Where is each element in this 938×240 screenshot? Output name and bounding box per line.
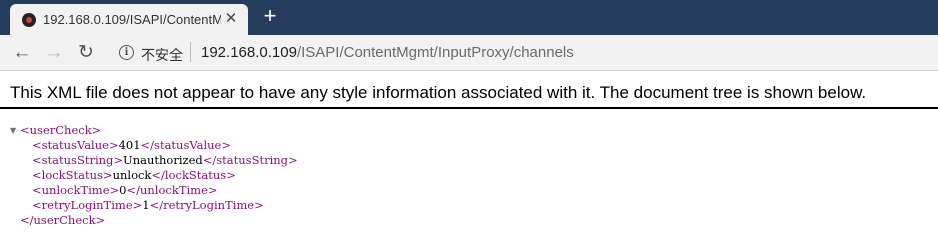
tab-title: 192.168.0.109/ISAPI/ContentMgmt/InputPro… bbox=[43, 12, 221, 27]
url-host: 192.168.0.109 bbox=[201, 44, 297, 61]
url-text[interactable]: 192.168.0.109/ISAPI/ContentMgmt/InputPro… bbox=[201, 44, 574, 61]
back-button[interactable]: ← bbox=[10, 41, 34, 65]
xml-tag: </statusValue> bbox=[140, 138, 231, 152]
xml-tag: </unlockTime> bbox=[126, 183, 218, 197]
camera-favicon-icon bbox=[22, 13, 36, 27]
new-tab-button[interactable]: + bbox=[259, 4, 281, 28]
xml-tag: <unlockTime> bbox=[32, 183, 120, 197]
xml-element-line: <retryLoginTime>1</retryLoginTime> bbox=[10, 198, 298, 213]
xml-tag: <retryLoginTime> bbox=[32, 198, 143, 212]
url-divider bbox=[190, 42, 191, 62]
xml-style-notice: This XML file does not appear to have an… bbox=[10, 83, 867, 102]
xml-element-line: <statusValue>401</statusValue> bbox=[10, 138, 298, 153]
xml-tag: </statusString> bbox=[202, 153, 298, 167]
browser-toolbar: ← → ↻ i 不安全 192.168.0.109/ISAPI/ContentM… bbox=[0, 35, 938, 71]
xml-value: unlock bbox=[112, 168, 152, 182]
url-path: /ISAPI/ContentMgmt/InputProxy/channels bbox=[296, 44, 574, 61]
xml-element-line: <statusString>Unauthorized</statusString… bbox=[10, 153, 298, 168]
reload-button[interactable]: ↻ bbox=[74, 41, 98, 65]
notice-divider bbox=[0, 107, 938, 109]
xml-root-open-line: ▼ <userCheck> bbox=[10, 123, 298, 138]
xml-element-line: <unlockTime>0</unlockTime> bbox=[10, 183, 298, 198]
xml-tree: ▼ <userCheck> <statusValue>401</statusVal… bbox=[10, 123, 298, 228]
xml-tag: <statusString> bbox=[32, 153, 124, 167]
forward-button[interactable]: → bbox=[42, 41, 66, 65]
xml-root-close-line: </userCheck> bbox=[10, 213, 298, 228]
xml-tag: </userCheck> bbox=[20, 213, 106, 227]
xml-element-line: <lockStatus>unlock</lockStatus> bbox=[10, 168, 298, 183]
xml-value: Unauthorized bbox=[123, 153, 203, 167]
tab-strip: 192.168.0.109/ISAPI/ContentMgmt/InputPro… bbox=[0, 0, 938, 35]
xml-tag: <lockStatus> bbox=[32, 168, 113, 182]
xml-tag: <userCheck> bbox=[20, 123, 102, 137]
xml-value: 1 bbox=[142, 198, 150, 212]
xml-tag: </lockStatus> bbox=[151, 168, 236, 182]
browser-tab[interactable]: 192.168.0.109/ISAPI/ContentMgmt/InputPro… bbox=[10, 4, 248, 35]
xml-value: 401 bbox=[118, 138, 141, 152]
xml-tag: <statusValue> bbox=[32, 138, 119, 152]
xml-tag: </retryLoginTime> bbox=[149, 198, 264, 212]
close-tab-icon[interactable]: ✕ bbox=[223, 11, 239, 27]
info-icon[interactable]: i bbox=[119, 45, 134, 60]
address-bar[interactable]: i 不安全 192.168.0.109/ISAPI/ContentMgmt/In… bbox=[108, 39, 938, 66]
security-label[interactable]: 不安全 bbox=[141, 45, 183, 65]
collapse-toggle-icon[interactable]: ▼ bbox=[10, 123, 20, 138]
